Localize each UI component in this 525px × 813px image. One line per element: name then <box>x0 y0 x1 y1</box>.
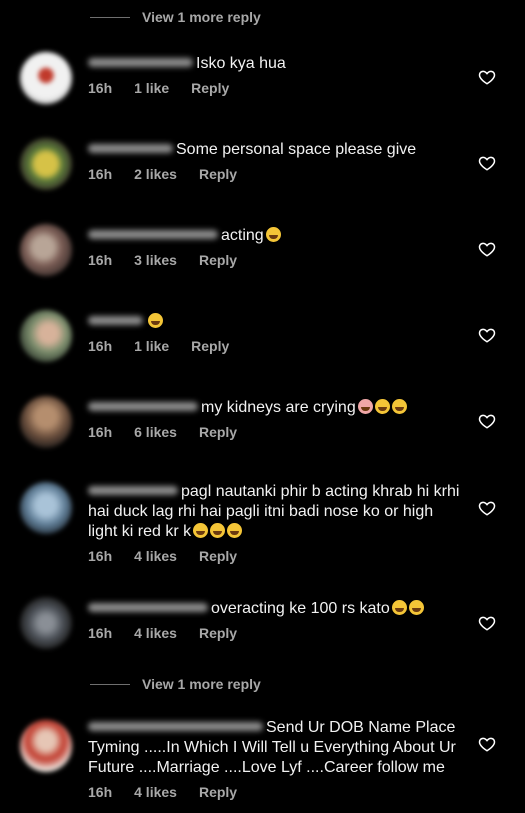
like-heart-icon[interactable] <box>478 68 496 86</box>
like-heart-icon[interactable] <box>478 735 496 753</box>
reply-button[interactable]: Reply <box>199 166 237 182</box>
comment-text: Send Ur DOB Name Place Tyming .....In Wh… <box>88 719 456 776</box>
comment-likes[interactable]: 6 likes <box>134 424 177 440</box>
comment-meta: 16h 3 likes Reply <box>88 252 259 268</box>
comment-meta: 16h 1 like Reply <box>88 80 251 96</box>
like-heart-icon[interactable] <box>478 240 496 258</box>
laughing-emoji-icon <box>210 523 226 538</box>
comment-text: my kidneys are crying <box>88 398 468 418</box>
comment-likes[interactable]: 1 like <box>134 80 169 96</box>
avatar[interactable] <box>20 482 72 534</box>
comment-time: 16h <box>88 784 113 800</box>
avatar[interactable] <box>20 310 72 362</box>
comment-time: 16h <box>88 625 113 641</box>
username-blurred[interactable] <box>88 402 198 412</box>
comment-time: 16h <box>88 548 113 564</box>
comment-likes[interactable]: 4 likes <box>134 548 177 564</box>
comment-likes[interactable]: 3 likes <box>134 252 177 268</box>
reply-button[interactable]: Reply <box>199 784 237 800</box>
laughing-emoji-icon <box>391 399 407 414</box>
view-more-replies-button[interactable]: View 1 more reply <box>90 9 261 25</box>
view-more-replies-label: View 1 more reply <box>142 9 261 25</box>
crying-emoji-icon <box>357 399 373 414</box>
laughing-emoji-icon <box>227 523 243 538</box>
comment-meta: 16h 6 likes Reply <box>88 424 259 440</box>
laughing-emoji-icon <box>391 600 407 615</box>
comment-text: Some personal space please give <box>88 140 468 160</box>
comment-likes[interactable]: 4 likes <box>134 625 177 641</box>
comment-meta: 16h 4 likes Reply <box>88 548 259 564</box>
view-more-replies-label: View 1 more reply <box>142 676 261 692</box>
avatar[interactable] <box>20 720 72 772</box>
reply-button[interactable]: Reply <box>191 80 229 96</box>
reply-button[interactable]: Reply <box>199 424 237 440</box>
comment-meta: 16h 4 likes Reply <box>88 784 259 800</box>
comment-text: Isko kya hua <box>88 54 468 74</box>
laughing-emoji-icon <box>408 600 424 615</box>
avatar[interactable] <box>20 224 72 276</box>
comment-likes[interactable]: 2 likes <box>134 166 177 182</box>
avatar[interactable] <box>20 597 72 649</box>
comment-meta: 16h 4 likes Reply <box>88 625 259 641</box>
reply-button[interactable]: Reply <box>191 338 229 354</box>
comment-text: pagl nautanki phir b acting khrab hi krh… <box>88 483 460 540</box>
username-blurred[interactable] <box>88 486 178 496</box>
avatar[interactable] <box>20 138 72 190</box>
reply-button[interactable]: Reply <box>199 252 237 268</box>
avatar[interactable] <box>20 52 72 104</box>
username-blurred[interactable] <box>88 230 218 240</box>
like-heart-icon[interactable] <box>478 154 496 172</box>
divider-line <box>90 683 130 685</box>
comment-time: 16h <box>88 166 113 182</box>
comment-text <box>88 312 468 332</box>
comment-meta: 16h 1 like Reply <box>88 338 251 354</box>
username-blurred[interactable] <box>88 58 193 68</box>
laughing-emoji-icon <box>193 523 209 538</box>
reply-button[interactable]: Reply <box>199 548 237 564</box>
like-heart-icon[interactable] <box>478 326 496 344</box>
comment-text: overacting ke 100 rs kato <box>88 599 468 619</box>
laughing-emoji-icon <box>148 313 163 328</box>
comment-time: 16h <box>88 424 113 440</box>
divider-line <box>90 16 130 18</box>
username-blurred[interactable] <box>88 144 173 154</box>
username-blurred[interactable] <box>88 316 143 326</box>
comment-likes[interactable]: 4 likes <box>134 784 177 800</box>
comment-time: 16h <box>88 80 113 96</box>
comment-text: acting <box>88 226 468 246</box>
comment-time: 16h <box>88 252 113 268</box>
view-more-replies-button[interactable]: View 1 more reply <box>90 676 261 692</box>
like-heart-icon[interactable] <box>478 412 496 430</box>
comment-meta: 16h 2 likes Reply <box>88 166 259 182</box>
laughing-emoji-icon <box>265 227 281 242</box>
like-heart-icon[interactable] <box>478 499 496 517</box>
comment-likes[interactable]: 1 like <box>134 338 169 354</box>
username-blurred[interactable] <box>88 603 208 613</box>
username-blurred[interactable] <box>88 722 263 732</box>
avatar[interactable] <box>20 396 72 448</box>
like-heart-icon[interactable] <box>478 614 496 632</box>
reply-button[interactable]: Reply <box>199 625 237 641</box>
comment-time: 16h <box>88 338 113 354</box>
laughing-emoji-icon <box>374 399 390 414</box>
